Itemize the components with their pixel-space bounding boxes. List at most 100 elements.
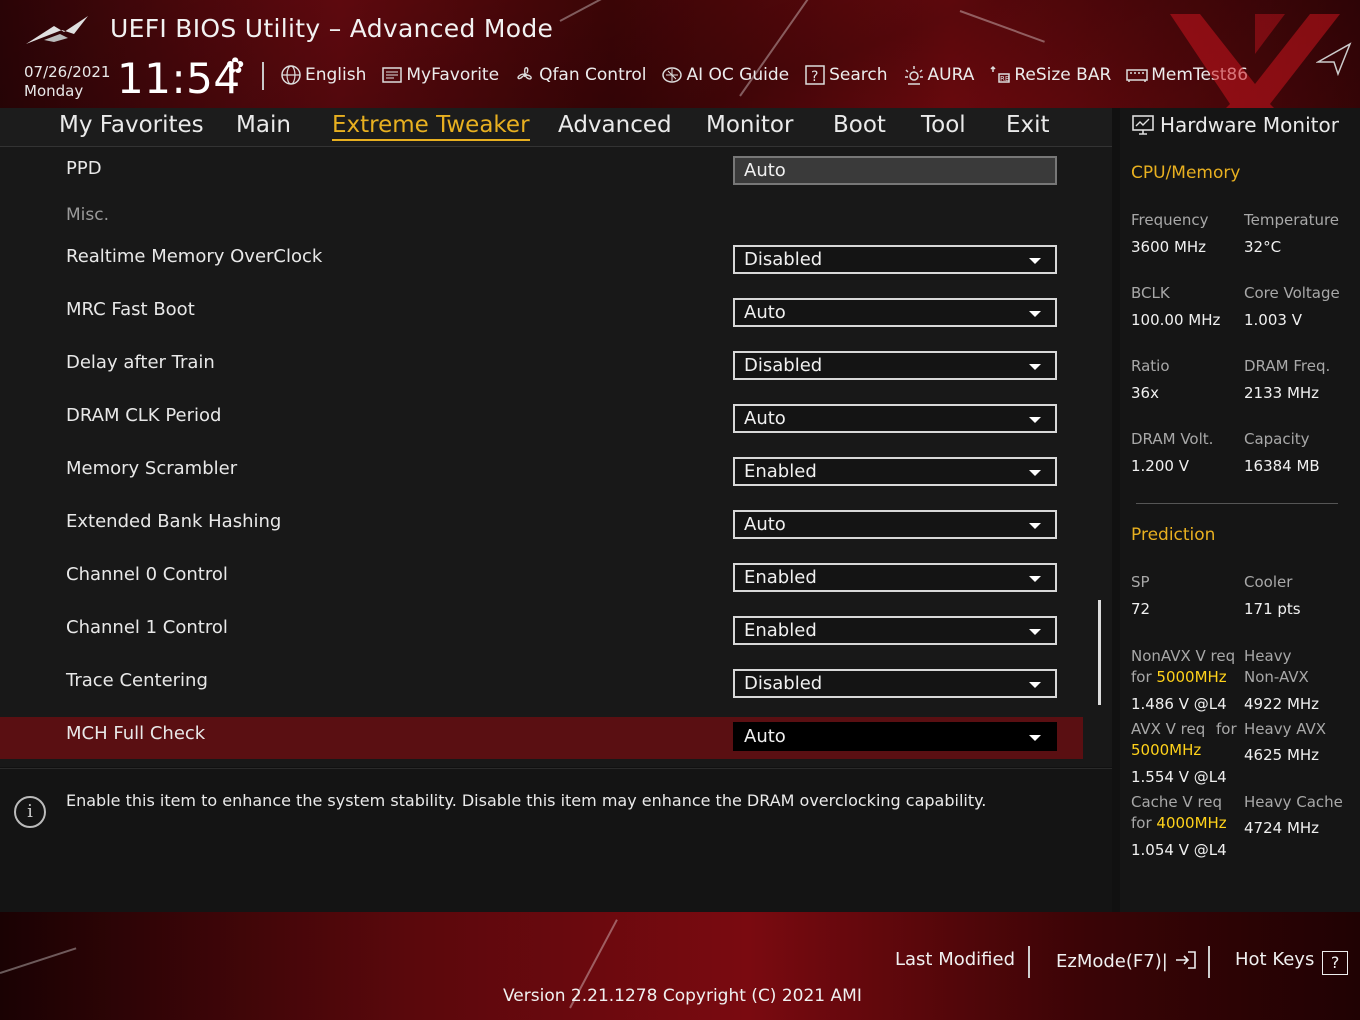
dropdown-arrow-icon (1029, 523, 1041, 529)
nonavx-vreq-value: 1.486 V @L4 (1131, 695, 1227, 713)
tab-my-favorites[interactable]: My Favorites (59, 112, 204, 138)
corner-arrow-icon (1316, 42, 1352, 76)
footer-divider (1028, 946, 1030, 978)
top-toolbar: English MyFavorite Qfan Control AI OC Gu… (280, 62, 1263, 88)
rog-logo-icon (26, 16, 88, 44)
ezmode-label: EzMode(F7)| (1056, 951, 1168, 972)
dropdown-value: Auto (744, 302, 786, 323)
hot-keys-button[interactable]: Hot Keys ? (1235, 949, 1349, 975)
temperature-label: Temperature (1244, 211, 1340, 229)
setting-label-ppd: PPD (66, 158, 102, 179)
cache-freq-text: 4000MHz (1156, 814, 1227, 832)
tab-advanced[interactable]: Advanced (558, 112, 672, 138)
setting-dropdown[interactable]: Auto (733, 298, 1057, 327)
dram-freq-label: DRAM Freq. (1244, 357, 1331, 375)
fan-icon (517, 67, 532, 80)
frequency-label: Frequency (1131, 211, 1209, 229)
dropdown-arrow-icon (1029, 576, 1041, 582)
setting-dropdown-selected[interactable]: Auto (733, 722, 1057, 751)
version-text: Version 2.21.1278 Copyright (C) 2021 AMI (503, 986, 862, 1006)
language-label: English (305, 65, 367, 85)
sp-label: SP (1131, 573, 1150, 591)
myfavorite-label: MyFavorite (406, 65, 500, 85)
language-button[interactable]: English (280, 62, 366, 88)
hot-keys-label: Hot Keys (1235, 949, 1315, 970)
avx-vreq-value: 1.554 V @L4 (1131, 768, 1227, 786)
resize-bar-icon: RB (990, 65, 1010, 83)
dropdown-value: Auto (744, 408, 786, 429)
core-voltage-value: 1.003 V (1244, 311, 1302, 329)
favorite-icon (382, 67, 403, 83)
heavy-cache-label: Heavy Cache (1244, 793, 1343, 811)
setting-dropdown[interactable]: Auto (733, 510, 1057, 539)
setting-dropdown[interactable]: Enabled (733, 563, 1057, 592)
resize-bar-label: ReSize BAR (1014, 65, 1112, 85)
dram-volt-label: DRAM Volt. (1131, 430, 1214, 448)
heavy-avx-label: Heavy AVX (1244, 720, 1327, 738)
setting-dropdown[interactable]: Disabled (733, 351, 1057, 380)
avx-vreq-label: AVX V req (1131, 720, 1206, 738)
setting-dropdown[interactable]: Auto (733, 404, 1057, 433)
misc-section-label: Misc. (66, 205, 109, 225)
nonavx-freq-text: 5000MHz (1156, 668, 1227, 686)
memtest-icon (1126, 69, 1149, 82)
ezmode-button[interactable]: EzMode(F7)| (1056, 949, 1198, 972)
dropdown-arrow-icon (1029, 735, 1041, 741)
qfan-control-button[interactable]: Qfan Control (514, 62, 646, 88)
decorative-streak (559, 0, 702, 22)
cache-vreq-value: 1.054 V @L4 (1131, 841, 1227, 859)
hardware-monitor-panel: Hardware Monitor CPU/Memory Frequency 36… (1120, 108, 1360, 912)
svg-text:RB: RB (1000, 75, 1010, 83)
help-text: Enable this item to enhance the system s… (66, 791, 987, 810)
dropdown-arrow-icon (1029, 629, 1041, 635)
cache-for-line: for 4000MHz (1131, 814, 1227, 832)
avx-freq-text: 5000MHz (1131, 741, 1202, 759)
myfavorite-button[interactable]: MyFavorite (381, 62, 499, 88)
setting-dropdown[interactable]: Enabled (733, 616, 1057, 645)
setting-label: Realtime Memory OverClock (66, 246, 323, 267)
prediction-section-title: Prediction (1131, 525, 1216, 545)
tab-boot[interactable]: Boot (833, 112, 886, 138)
main-tab-bar: My Favorites Main Extreme Tweaker Advanc… (0, 108, 1112, 147)
clock-time: 11:54 (117, 54, 241, 103)
last-modified-button[interactable]: Last Modified (895, 949, 1015, 970)
day-text: Monday (24, 82, 84, 100)
search-icon: ? (805, 65, 825, 85)
capacity-value: 16384 MB (1244, 457, 1320, 475)
setting-label: Trace Centering (66, 670, 208, 691)
setting-label: Delay after Train (66, 352, 215, 373)
settings-scrollbar[interactable] (1098, 600, 1101, 705)
tab-extreme-tweaker[interactable]: Extreme Tweaker (332, 112, 530, 141)
ai-oc-guide-label: AI OC Guide (686, 65, 790, 85)
dropdown-value: Disabled (744, 355, 823, 376)
tab-tool[interactable]: Tool (921, 112, 966, 138)
resize-bar-button[interactable]: RB ReSize BAR (989, 62, 1111, 88)
bclk-value: 100.00 MHz (1131, 311, 1221, 329)
setting-label-selected: MCH Full Check (66, 723, 206, 744)
dropdown-arrow-icon (1029, 364, 1041, 370)
setting-dropdown[interactable]: Disabled (733, 245, 1057, 274)
ai-oc-guide-button[interactable]: AI OC Guide (661, 62, 789, 88)
setting-dropdown[interactable]: Disabled (733, 669, 1057, 698)
search-button[interactable]: ? Search (804, 62, 888, 88)
tab-exit[interactable]: Exit (1006, 112, 1050, 138)
info-icon: i (14, 796, 46, 828)
tab-monitor[interactable]: Monitor (706, 112, 793, 138)
clock-settings-gear-icon[interactable]: ✿ (226, 54, 244, 79)
temperature-value: 32°C (1244, 238, 1282, 256)
ai-icon (662, 67, 683, 83)
heavy-avx-value: 4625 MHz (1244, 746, 1320, 764)
help-panel: i Enable this item to enhance the system… (0, 768, 1112, 913)
aura-button[interactable]: AURA (903, 62, 974, 88)
setting-dropdown[interactable]: Enabled (733, 457, 1057, 486)
hw-divider (1136, 503, 1338, 504)
heavy-nonavx-label-1: Heavy (1244, 647, 1292, 665)
dropdown-value: Disabled (744, 673, 823, 694)
monitor-icon (1132, 115, 1154, 135)
tab-main[interactable]: Main (236, 112, 291, 138)
sp-value: 72 (1131, 600, 1151, 618)
cache-for-text: for (1131, 814, 1152, 832)
aura-icon (904, 66, 923, 85)
setting-label: MRC Fast Boot (66, 299, 195, 320)
date-display: 07/26/2021 Monday (24, 63, 110, 101)
